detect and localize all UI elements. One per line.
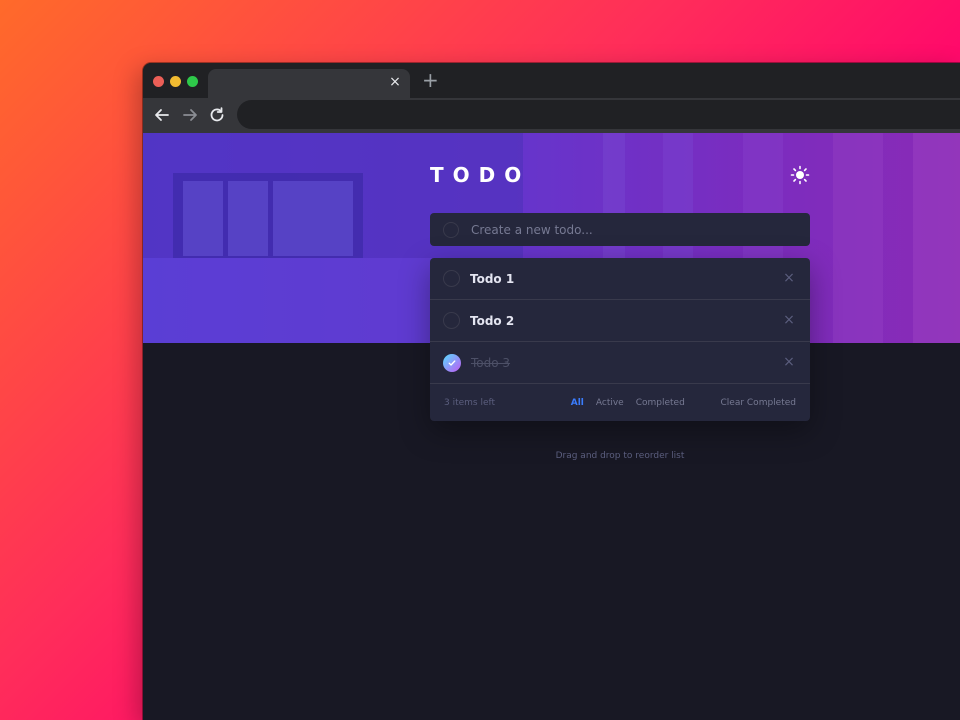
new-tab-icon[interactable]: + <box>422 70 439 90</box>
filter-group: All Active Completed <box>571 398 685 408</box>
todo-checkbox[interactable] <box>443 312 460 329</box>
filter-all[interactable]: All <box>571 398 584 408</box>
delete-icon[interactable]: × <box>782 355 796 369</box>
filter-active[interactable]: Active <box>596 398 624 408</box>
new-todo-input[interactable] <box>469 221 773 238</box>
browser-window: × + TODO Create a new todo... Todo 1 × T… <box>143 63 960 720</box>
back-arrow-icon[interactable] <box>152 105 172 125</box>
close-window-dot[interactable] <box>153 76 164 87</box>
items-left-count: 3 items left <box>444 397 496 408</box>
forward-arrow-icon[interactable] <box>180 105 200 125</box>
filter-completed[interactable]: Completed <box>636 398 685 408</box>
todo-label: Todo 2 <box>470 313 515 328</box>
minimize-window-dot[interactable] <box>170 76 181 87</box>
delete-icon[interactable]: × <box>782 271 796 285</box>
address-bar[interactable] <box>237 100 960 129</box>
browser-toolbar <box>143 98 960 133</box>
reload-icon[interactable] <box>207 105 227 125</box>
sun-icon[interactable] <box>790 165 810 185</box>
new-todo-circle-icon <box>443 221 459 238</box>
todo-label: Todo 1 <box>470 271 515 286</box>
new-todo-bar <box>430 213 810 246</box>
todo-item[interactable]: Todo 1 × <box>430 258 810 300</box>
page-viewport: TODO Todo 1 <box>143 133 960 720</box>
browser-tab[interactable]: × <box>208 69 410 98</box>
page-title: TODO <box>430 163 531 187</box>
checked-checkbox-icon[interactable] <box>443 353 461 372</box>
todo-label: Todo 3 <box>471 355 511 370</box>
clear-completed-button[interactable]: Clear Completed <box>721 398 797 408</box>
todo-item-completed[interactable]: Todo 3 × <box>430 342 810 384</box>
todo-list: Todo 1 × Todo 2 × Todo 3 × 3 items left <box>430 258 810 421</box>
window-controls <box>153 76 198 87</box>
todo-item[interactable]: Todo 2 × <box>430 300 810 342</box>
list-footer: 3 items left All Active Completed Clear … <box>430 384 810 421</box>
tab-close-icon[interactable]: × <box>388 75 402 89</box>
reorder-hint: Drag and drop to reorder list <box>555 451 685 461</box>
todo-checkbox[interactable] <box>443 270 460 287</box>
delete-icon[interactable]: × <box>782 313 796 327</box>
maximize-window-dot[interactable] <box>187 76 198 87</box>
tab-bar: × + <box>143 63 960 98</box>
